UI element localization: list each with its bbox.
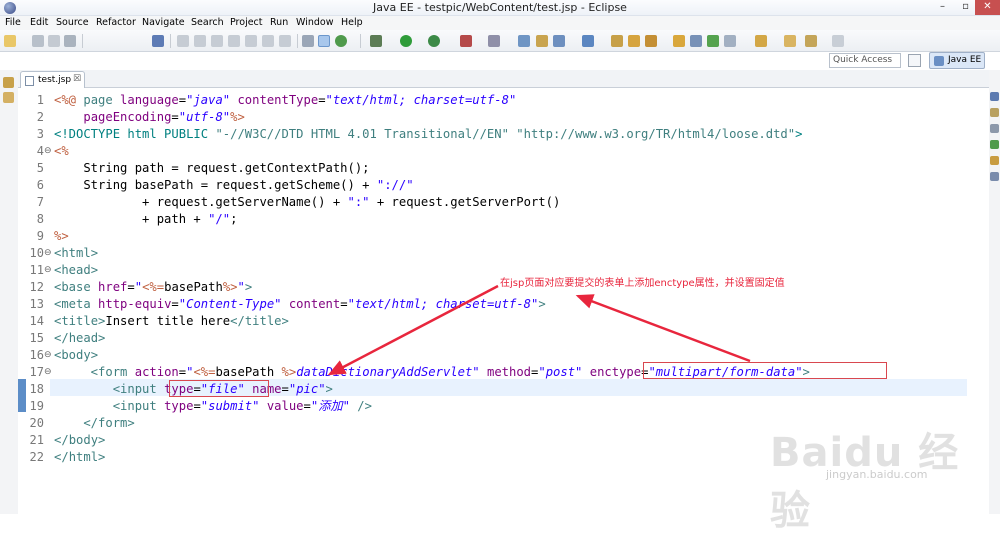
baidu-watermark-url: jingyan.baidu.com <box>826 468 928 481</box>
arrow-to-enctype <box>575 294 751 363</box>
arrow-to-type-file <box>327 284 499 376</box>
annotation-note: 在jsp页面对应要提交的表单上添加enctype属性，并设置固定值 <box>500 278 785 289</box>
